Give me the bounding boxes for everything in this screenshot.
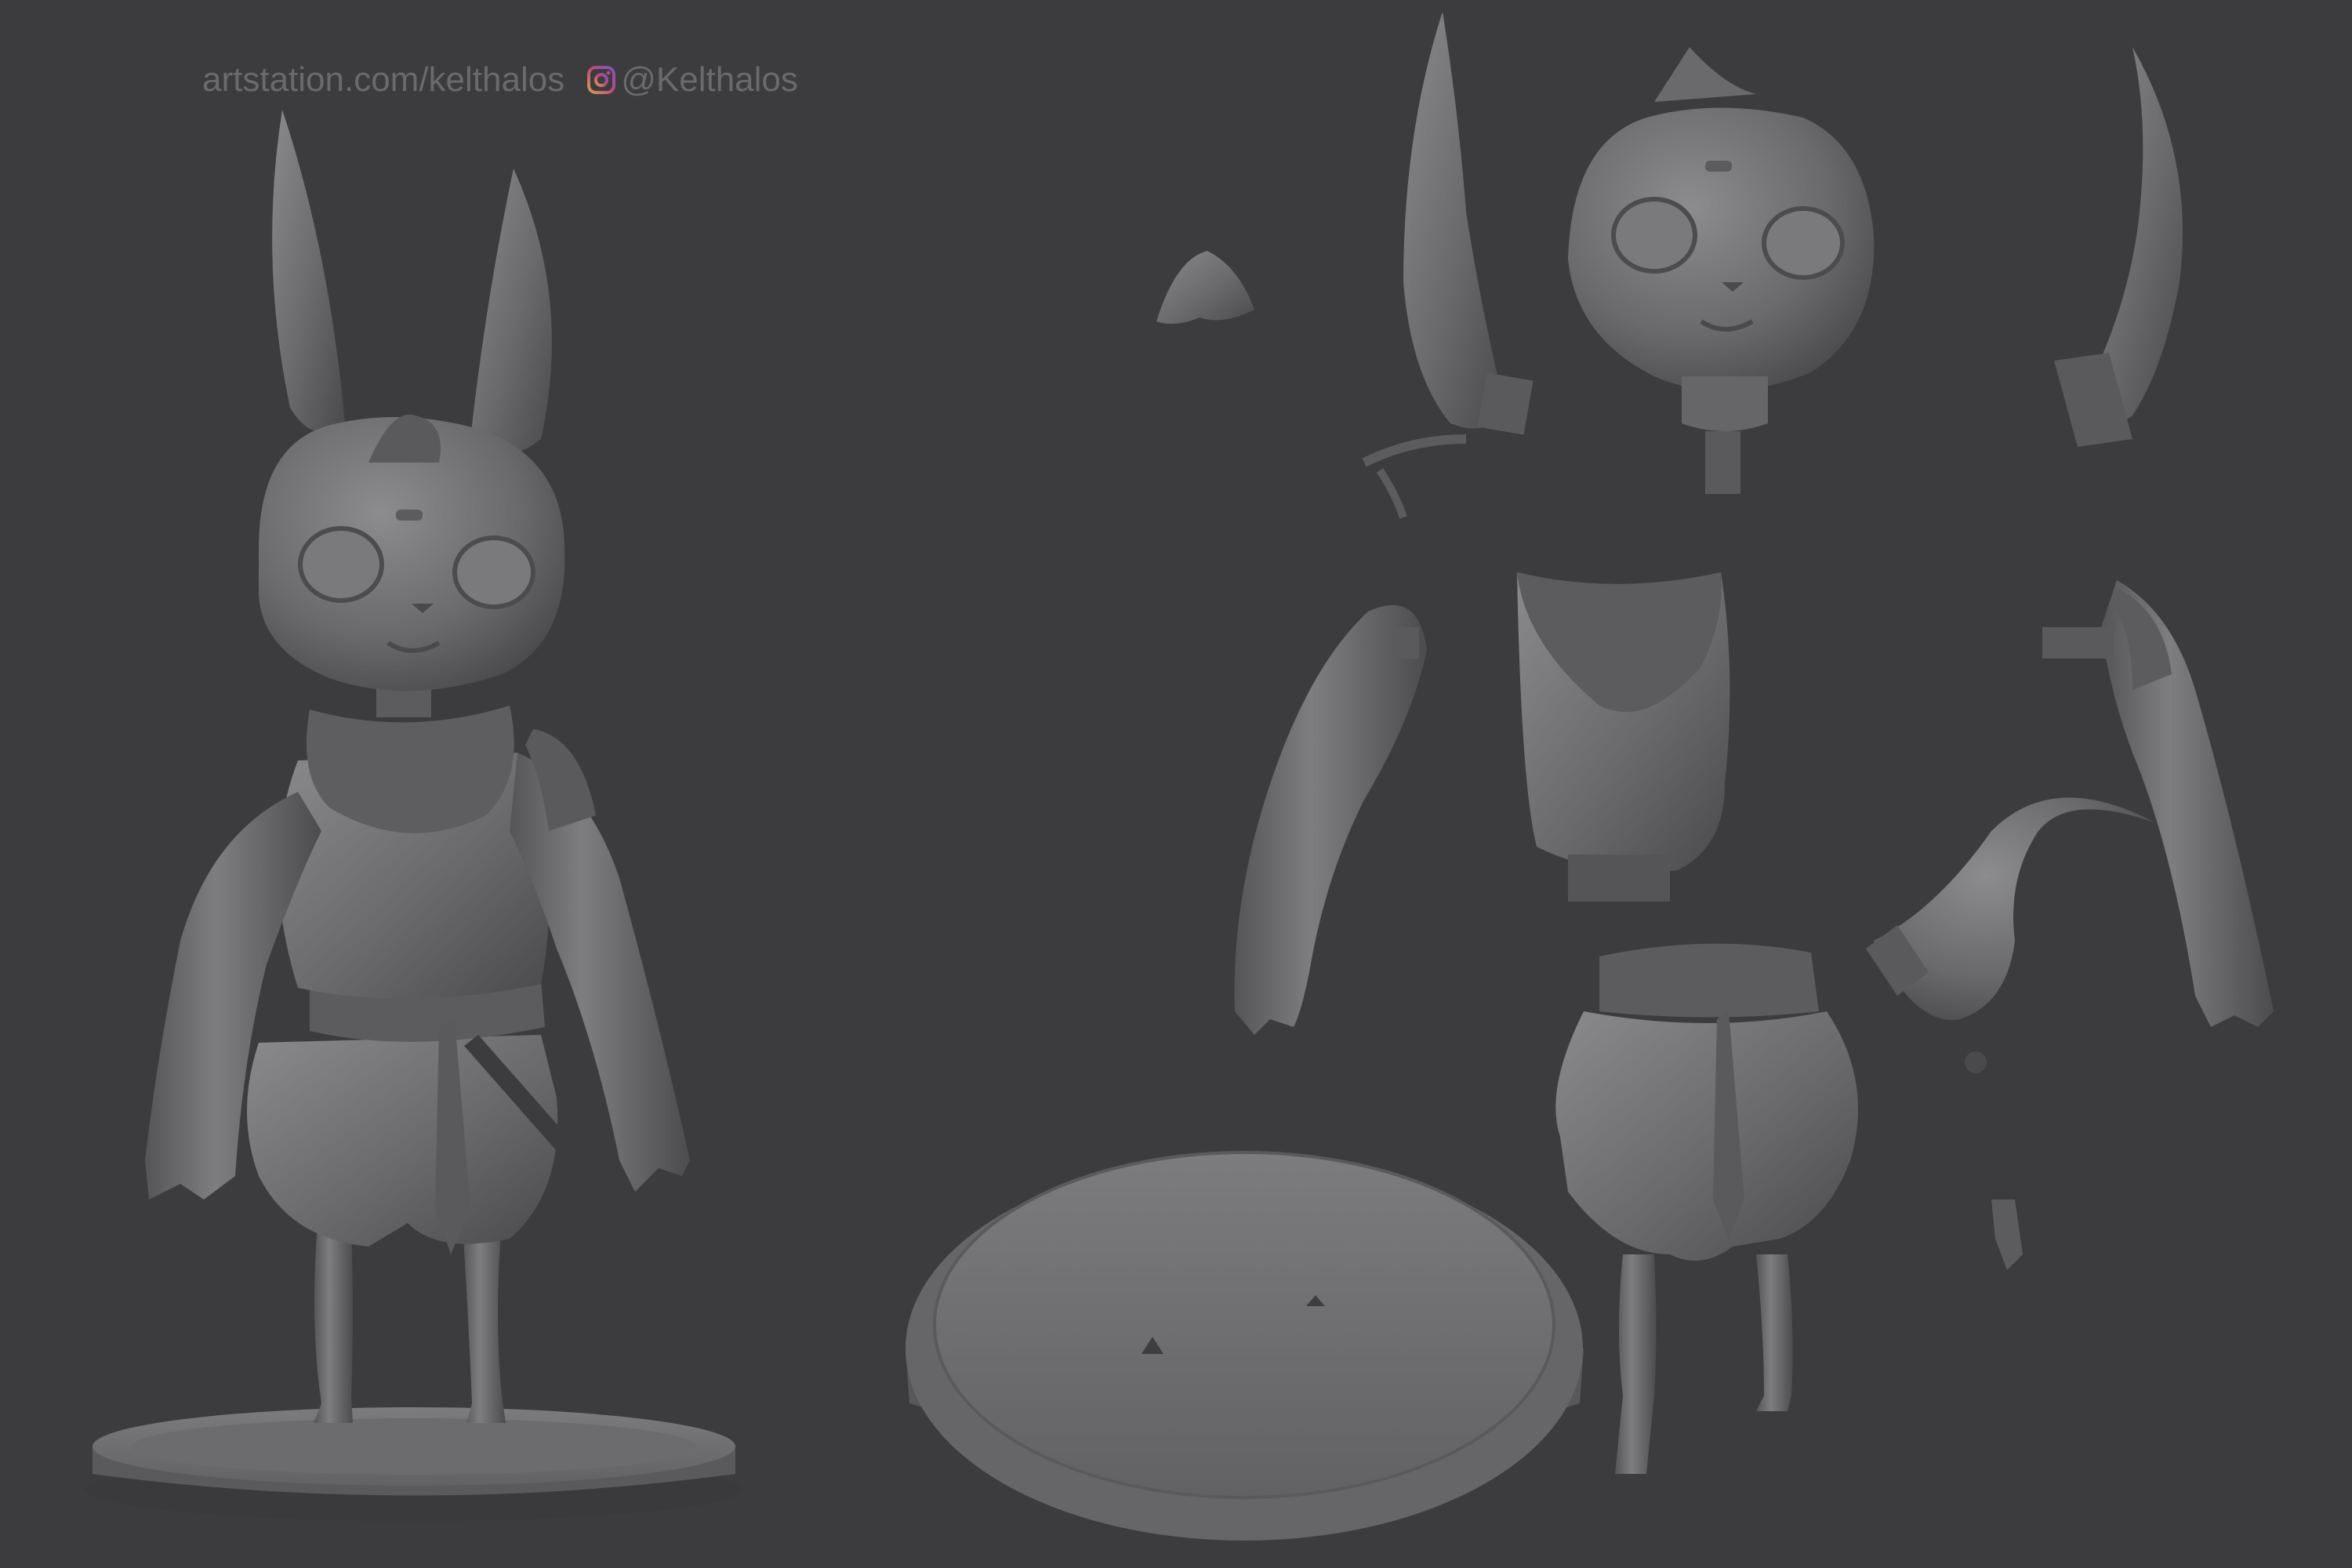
sculpt-presentation-canvas: artstation.com/kelthalos @Kelthalos xyxy=(0,0,2352,1568)
part-left-arm xyxy=(1234,604,1427,1035)
instagram-icon xyxy=(587,66,616,94)
assembled-pants xyxy=(247,1035,558,1247)
assembled-base xyxy=(85,1407,743,1521)
part-round-base xyxy=(906,1151,1584,1541)
part-tail xyxy=(1866,797,2156,1020)
part-pants xyxy=(1555,943,1858,1474)
assembled-right-ear xyxy=(470,169,552,455)
part-left-ear xyxy=(1362,12,1534,519)
assembled-head xyxy=(259,414,565,691)
instagram-handle[interactable]: @Kelthalos xyxy=(621,60,798,100)
part-right-ear xyxy=(2054,47,2183,447)
assembled-legs xyxy=(314,1223,506,1423)
part-knot xyxy=(1991,1200,2023,1270)
sculpt-render xyxy=(85,12,2274,1541)
artstation-link[interactable]: artstation.com/kelthalos xyxy=(202,60,564,100)
part-head xyxy=(1568,47,1875,494)
exploded-parts xyxy=(906,12,2274,1541)
artist-credit: artstation.com/kelthalos @Kelthalos xyxy=(202,55,798,105)
assembled-left-ear xyxy=(272,110,345,433)
part-hair-tuft xyxy=(1156,251,1254,325)
assembled-character xyxy=(85,110,743,1521)
part-torso xyxy=(1517,572,1730,902)
